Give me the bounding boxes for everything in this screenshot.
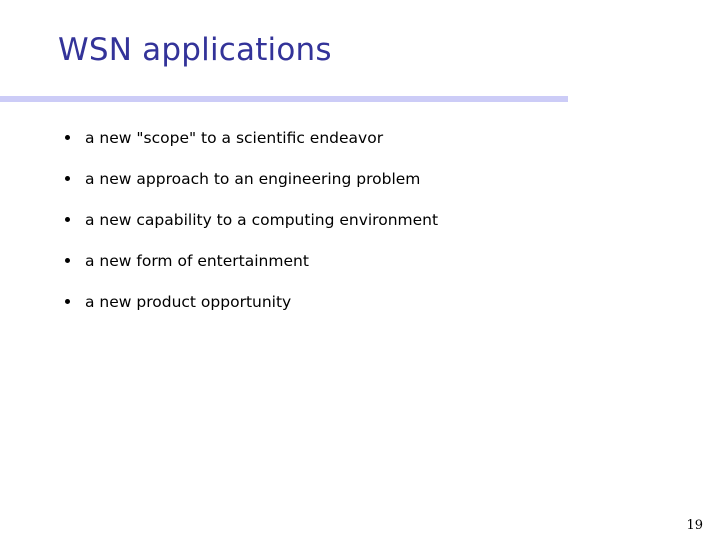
list-item-label: a new approach to an engineering problem xyxy=(85,170,421,188)
list-item-label: a new form of entertainment xyxy=(85,252,309,270)
list-item: a new approach to an engineering problem xyxy=(60,169,660,190)
page-number: 19 xyxy=(686,518,703,533)
list-item: a new product opportunity xyxy=(60,292,660,313)
title-divider-rule xyxy=(0,96,568,102)
list-item: a new form of entertainment xyxy=(60,251,660,272)
list-item-label: a new product opportunity xyxy=(85,293,292,311)
list-item: a new capability to a computing environm… xyxy=(60,210,660,231)
bullet-dot-icon xyxy=(65,135,70,140)
bullet-dot-icon xyxy=(65,217,70,222)
page-title: WSN applications xyxy=(58,32,332,68)
list-item-label: a new "scope" to a scientific endeavor xyxy=(85,129,384,147)
bullet-dot-icon xyxy=(65,176,70,181)
list-item-label: a new capability to a computing environm… xyxy=(85,211,439,229)
bullet-dot-icon xyxy=(65,299,70,304)
list-item: a new "scope" to a scientific endeavor xyxy=(60,128,660,149)
slide-canvas: WSN applications a new "scope" to a scie… xyxy=(0,0,720,540)
bullet-dot-icon xyxy=(65,258,70,263)
bullet-list: a new "scope" to a scientific endeavor a… xyxy=(60,128,660,313)
